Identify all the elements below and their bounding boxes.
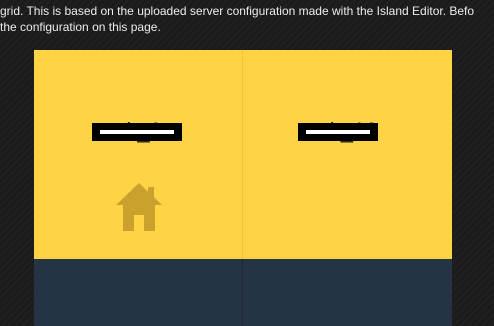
grid-tile-server-10[interactable]: ni _10 <box>243 50 452 259</box>
island-grid: ni _9 ni _10 <box>34 50 452 326</box>
grid-tile-empty-1[interactable] <box>34 259 243 326</box>
intro-text: grid. This is based on the uploaded serv… <box>0 3 494 35</box>
home-icon <box>116 183 162 231</box>
redaction-bar <box>92 123 182 141</box>
redaction-bar <box>298 123 378 141</box>
intro-line-2: the configuration on this page. <box>0 20 161 34</box>
grid-tile-empty-2[interactable] <box>243 259 452 326</box>
intro-line-1: grid. This is based on the uploaded serv… <box>0 4 475 18</box>
grid-tile-server-9[interactable]: ni _9 <box>34 50 243 259</box>
